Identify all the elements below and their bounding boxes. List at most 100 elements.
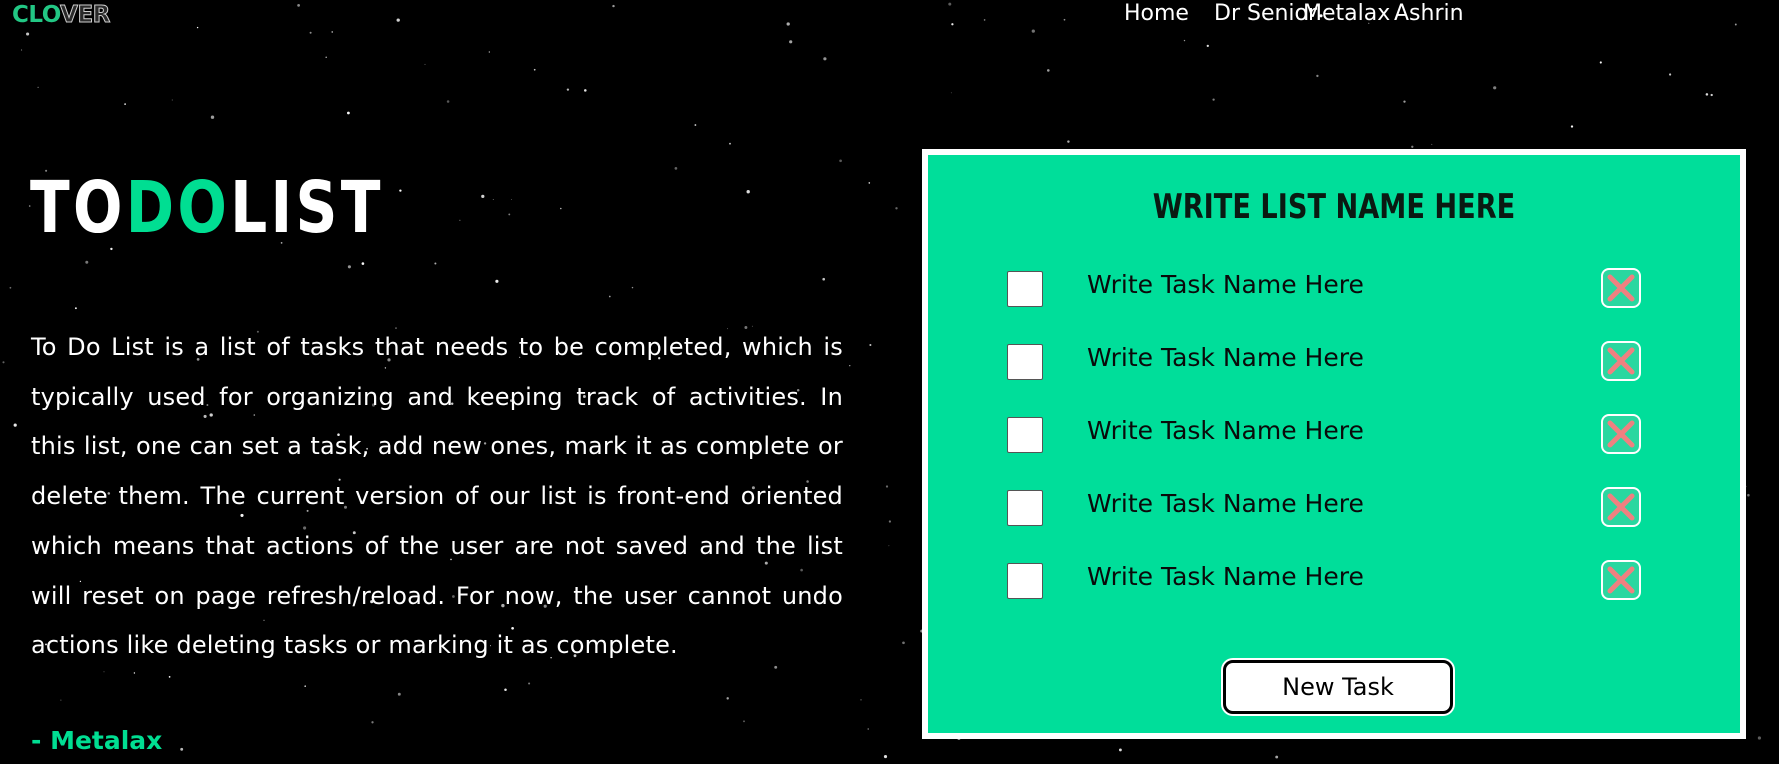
star-dot	[533, 68, 536, 71]
star-dot	[1063, 18, 1066, 21]
star-dot	[743, 720, 745, 723]
star-dot	[371, 721, 374, 724]
brand-logo[interactable]: CLOVER	[12, 2, 111, 29]
star-dot	[584, 89, 587, 92]
star-dot	[397, 692, 401, 696]
star-dot	[210, 115, 215, 119]
star-dot	[459, 219, 461, 221]
star-dot	[746, 190, 750, 194]
star-dot	[786, 22, 790, 26]
page-title: TODOLIST	[30, 168, 384, 248]
list-name-heading[interactable]: WRITE LIST NAME HERE	[1009, 187, 1659, 227]
star-dot	[868, 182, 871, 184]
star-dot	[495, 279, 499, 283]
star-dot	[951, 23, 954, 26]
star-dot	[560, 207, 562, 210]
close-x-icon	[1607, 420, 1635, 448]
page: CLOVER Home Dr Senior Metalax Ashrin TOD…	[0, 0, 1779, 764]
star-dot	[434, 262, 437, 265]
star-dot	[822, 277, 826, 281]
star-dot	[331, 31, 333, 33]
star-dot	[347, 111, 350, 115]
close-x-icon	[1607, 493, 1635, 521]
star-dot	[1493, 86, 1497, 90]
nav-item-ashrin[interactable]: Ashrin	[1394, 1, 1464, 26]
star-dot	[789, 40, 793, 44]
star-dot	[726, 697, 729, 700]
star-dot	[608, 295, 611, 298]
star-dot	[983, 19, 986, 21]
star-dot	[396, 18, 400, 22]
delete-task-button[interactable]	[1601, 414, 1641, 454]
task-row: Write Task Name Here	[928, 266, 1740, 316]
task-name[interactable]: Write Task Name Here	[1087, 562, 1364, 591]
task-row: Write Task Name Here	[928, 485, 1740, 535]
task-checkbox[interactable]	[1007, 563, 1043, 599]
star-dot	[566, 88, 570, 91]
task-name[interactable]: Write Task Name Here	[1087, 489, 1364, 518]
star-dot	[902, 641, 905, 645]
star-dot	[1316, 74, 1319, 78]
star-dot	[481, 194, 485, 199]
star-dot	[1047, 69, 1050, 72]
close-x-icon	[1607, 566, 1635, 594]
task-checkbox[interactable]	[1007, 490, 1043, 526]
nav-item-metalax[interactable]: Metalax	[1303, 1, 1390, 26]
task-name[interactable]: Write Task Name Here	[1087, 270, 1364, 299]
star-dot	[1747, 493, 1750, 497]
brand-logo-part2: VER	[60, 2, 111, 29]
star-dot	[1067, 140, 1070, 143]
star-dot	[1411, 145, 1414, 148]
brand-logo-part1: CLO	[12, 2, 61, 28]
page-title-accent: DO	[125, 166, 231, 249]
delete-task-button[interactable]	[1601, 341, 1641, 381]
star-dot	[631, 286, 634, 289]
delete-task-button[interactable]	[1601, 268, 1641, 308]
star-dot	[729, 142, 731, 145]
star-dot	[85, 260, 89, 264]
star-dot	[26, 32, 30, 36]
star-dot	[888, 520, 892, 523]
delete-task-button[interactable]	[1601, 487, 1641, 527]
star-dot	[888, 545, 890, 547]
star-dot	[21, 49, 23, 51]
nav-item-dr-senior[interactable]: Dr Senior	[1214, 1, 1317, 26]
star-dot	[1183, 39, 1186, 42]
star-dot	[860, 699, 862, 701]
star-dot	[297, 4, 300, 7]
star-dot	[196, 26, 199, 29]
page-title-part1: TO	[30, 166, 126, 249]
star-dot	[488, 51, 490, 53]
task-row: Write Task Name Here	[928, 412, 1740, 462]
task-checkbox[interactable]	[1007, 417, 1043, 453]
close-x-icon	[1607, 274, 1635, 302]
star-dot	[133, 672, 136, 674]
star-dot	[885, 485, 889, 488]
star-dot	[399, 189, 402, 192]
star-dot	[446, 100, 450, 103]
star-dot	[74, 307, 77, 310]
star-dot	[504, 688, 507, 692]
star-dot	[1599, 61, 1602, 64]
task-checkbox[interactable]	[1007, 271, 1043, 307]
star-dot	[361, 262, 365, 265]
star-dot	[1705, 93, 1709, 96]
task-name[interactable]: Write Task Name Here	[1087, 416, 1364, 445]
task-row: Write Task Name Here	[928, 339, 1740, 389]
star-dot	[171, 99, 173, 101]
star-dot	[948, 2, 952, 6]
new-task-button[interactable]: New Task	[1223, 660, 1453, 714]
star-dot	[1206, 44, 1209, 48]
star-dot	[60, 699, 62, 701]
star-dot	[674, 167, 678, 170]
star-dot	[37, 86, 39, 89]
star-dot	[869, 343, 872, 347]
star-dot	[1570, 125, 1574, 128]
star-dot	[1757, 736, 1761, 740]
task-name[interactable]: Write Task Name Here	[1087, 343, 1364, 372]
nav-item-home[interactable]: Home	[1124, 1, 1189, 26]
task-checkbox[interactable]	[1007, 344, 1043, 380]
star-dot	[895, 207, 898, 210]
star-dot	[1710, 93, 1713, 97]
delete-task-button[interactable]	[1601, 560, 1641, 600]
